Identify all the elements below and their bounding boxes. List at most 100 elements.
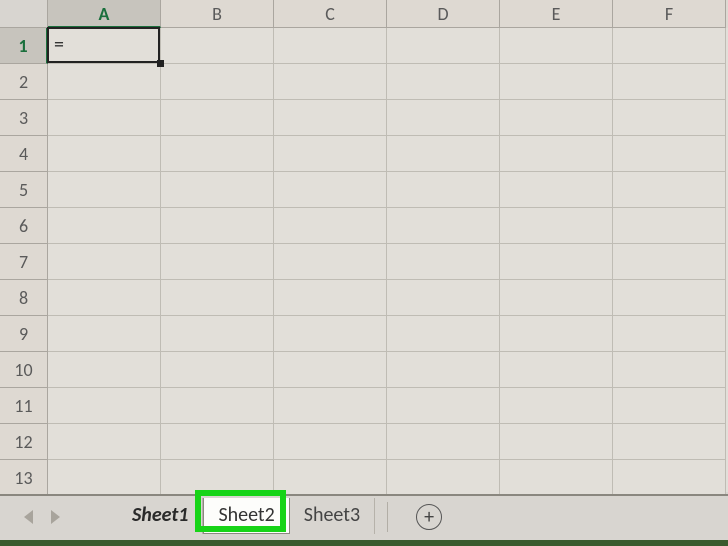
cell-D13[interactable] xyxy=(387,460,500,496)
cell-D6[interactable] xyxy=(387,208,500,244)
cell-A6[interactable] xyxy=(48,208,161,244)
row-header-5[interactable]: 5 xyxy=(0,172,48,208)
cell-E11[interactable] xyxy=(500,388,613,424)
cell-B5[interactable] xyxy=(161,172,274,208)
column-header-f[interactable]: F xyxy=(613,0,726,28)
cell-A10[interactable] xyxy=(48,352,161,388)
cell-D7[interactable] xyxy=(387,244,500,280)
cell-C1[interactable] xyxy=(274,28,387,64)
cell-A3[interactable] xyxy=(48,100,161,136)
cell-B8[interactable] xyxy=(161,280,274,316)
cell-A12[interactable] xyxy=(48,424,161,460)
cell-A1[interactable]: = xyxy=(48,28,161,64)
cell-C9[interactable] xyxy=(274,316,387,352)
cell-C4[interactable] xyxy=(274,136,387,172)
cell-D5[interactable] xyxy=(387,172,500,208)
cell-A8[interactable] xyxy=(48,280,161,316)
row-header-11[interactable]: 11 xyxy=(0,388,48,424)
cell-C12[interactable] xyxy=(274,424,387,460)
cell-E5[interactable] xyxy=(500,172,613,208)
cell-C7[interactable] xyxy=(274,244,387,280)
cell-E6[interactable] xyxy=(500,208,613,244)
column-header-a[interactable]: A xyxy=(48,0,161,28)
cell-C2[interactable] xyxy=(274,64,387,100)
cell-B11[interactable] xyxy=(161,388,274,424)
cell-F10[interactable] xyxy=(613,352,726,388)
cell-D11[interactable] xyxy=(387,388,500,424)
cell-A11[interactable] xyxy=(48,388,161,424)
cell-E3[interactable] xyxy=(500,100,613,136)
column-header-b[interactable]: B xyxy=(161,0,274,28)
sheet-tab-sheet1[interactable]: Sheet1 xyxy=(118,498,203,534)
cell-D12[interactable] xyxy=(387,424,500,460)
cell-F9[interactable] xyxy=(613,316,726,352)
row-header-4[interactable]: 4 xyxy=(0,136,48,172)
cell-D2[interactable] xyxy=(387,64,500,100)
cell-F11[interactable] xyxy=(613,388,726,424)
cell-A13[interactable] xyxy=(48,460,161,496)
cell-F3[interactable] xyxy=(613,100,726,136)
cell-B9[interactable] xyxy=(161,316,274,352)
cell-B10[interactable] xyxy=(161,352,274,388)
cell-F6[interactable] xyxy=(613,208,726,244)
row-header-7[interactable]: 7 xyxy=(0,244,48,280)
cell-F8[interactable] xyxy=(613,280,726,316)
cell-B2[interactable] xyxy=(161,64,274,100)
cell-F7[interactable] xyxy=(613,244,726,280)
cell-E7[interactable] xyxy=(500,244,613,280)
cell-A4[interactable] xyxy=(48,136,161,172)
row-header-12[interactable]: 12 xyxy=(0,424,48,460)
active-cell-content[interactable]: = xyxy=(48,28,160,62)
select-all-corner[interactable] xyxy=(0,0,48,28)
cell-E12[interactable] xyxy=(500,424,613,460)
cell-D3[interactable] xyxy=(387,100,500,136)
row-header-3[interactable]: 3 xyxy=(0,100,48,136)
cell-C13[interactable] xyxy=(274,460,387,496)
row-header-10[interactable]: 10 xyxy=(0,352,48,388)
cell-D1[interactable] xyxy=(387,28,500,64)
cell-B4[interactable] xyxy=(161,136,274,172)
column-header-e[interactable]: E xyxy=(500,0,613,28)
column-header-c[interactable]: C xyxy=(274,0,387,28)
fill-handle[interactable] xyxy=(157,60,164,67)
cell-B12[interactable] xyxy=(161,424,274,460)
cell-E1[interactable] xyxy=(500,28,613,64)
cell-A5[interactable] xyxy=(48,172,161,208)
cell-F1[interactable] xyxy=(613,28,726,64)
tab-scroll-left-icon[interactable] xyxy=(24,510,33,524)
cell-B6[interactable] xyxy=(161,208,274,244)
cell-B7[interactable] xyxy=(161,244,274,280)
cells-region[interactable]: = xyxy=(48,28,728,492)
cell-E10[interactable] xyxy=(500,352,613,388)
cell-E8[interactable] xyxy=(500,280,613,316)
row-header-6[interactable]: 6 xyxy=(0,208,48,244)
cell-B13[interactable] xyxy=(161,460,274,496)
cell-C8[interactable] xyxy=(274,280,387,316)
cell-D10[interactable] xyxy=(387,352,500,388)
sheet-tab-sheet2[interactable]: Sheet2 xyxy=(203,498,289,534)
column-header-d[interactable]: D xyxy=(387,0,500,28)
add-sheet-button[interactable]: + xyxy=(416,504,442,530)
cell-F2[interactable] xyxy=(613,64,726,100)
cell-B3[interactable] xyxy=(161,100,274,136)
cell-A2[interactable] xyxy=(48,64,161,100)
cell-B1[interactable] xyxy=(161,28,274,64)
cell-D8[interactable] xyxy=(387,280,500,316)
cell-D9[interactable] xyxy=(387,316,500,352)
cell-E13[interactable] xyxy=(500,460,613,496)
cell-E4[interactable] xyxy=(500,136,613,172)
cell-E2[interactable] xyxy=(500,64,613,100)
cell-A9[interactable] xyxy=(48,316,161,352)
sheet-tab-sheet3[interactable]: Sheet3 xyxy=(290,498,375,534)
row-header-8[interactable]: 8 xyxy=(0,280,48,316)
row-header-9[interactable]: 9 xyxy=(0,316,48,352)
cell-F5[interactable] xyxy=(613,172,726,208)
cell-C6[interactable] xyxy=(274,208,387,244)
cell-F12[interactable] xyxy=(613,424,726,460)
row-header-13[interactable]: 13 xyxy=(0,460,48,496)
cell-A7[interactable] xyxy=(48,244,161,280)
cell-D4[interactable] xyxy=(387,136,500,172)
row-header-1[interactable]: 1 xyxy=(0,28,48,64)
cell-C5[interactable] xyxy=(274,172,387,208)
cell-F13[interactable] xyxy=(613,460,726,496)
